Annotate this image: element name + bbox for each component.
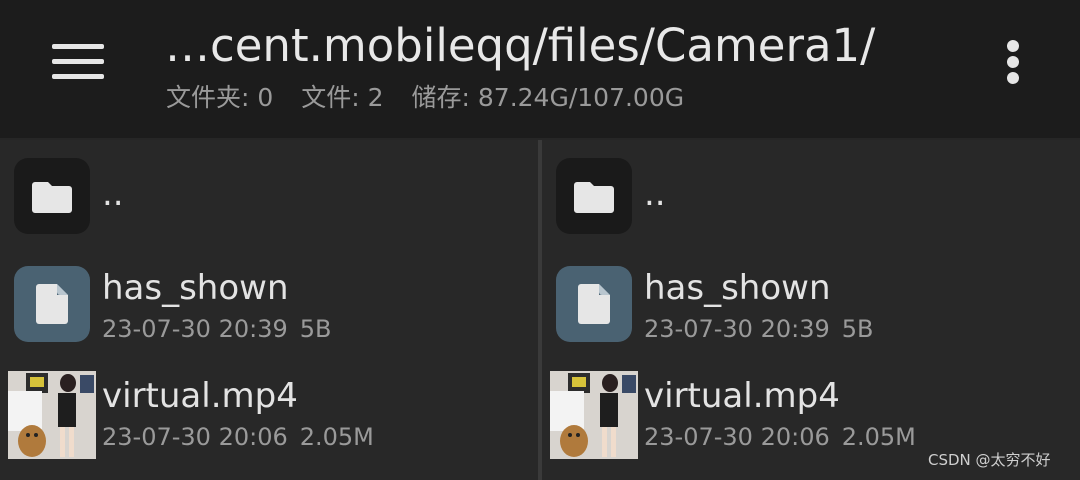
item-size: 2.05M [841, 423, 916, 451]
item-date: 23-07-30 20:39 [102, 315, 288, 343]
file-icon [556, 266, 632, 342]
item-meta: 23-07-30 20:39 5B [102, 314, 331, 344]
video-thumbnail [8, 371, 96, 459]
storage-label: 储存: [411, 83, 470, 112]
folder-icon [14, 158, 90, 234]
more-vertical-icon[interactable] [1000, 40, 1028, 88]
list-item-parent-folder[interactable]: .. [0, 152, 540, 252]
hamburger-menu-icon[interactable] [52, 44, 104, 80]
file-pane-right: .. has_shown 23-07-30 20:39 5B virtual.m… [542, 140, 1080, 480]
item-name: virtual.mp4 [102, 376, 298, 416]
list-item-video[interactable]: virtual.mp4 23-07-30 20:06 2.05M [0, 368, 540, 468]
directory-stats: 文件夹: 0 文件: 2 储存: 87.24G/107.00G [166, 80, 684, 116]
files-count: 2 [367, 83, 384, 112]
storage-value: 87.24G/107.00G [477, 83, 685, 112]
file-icon [14, 266, 90, 342]
item-date: 23-07-30 20:39 [644, 315, 830, 343]
folder-icon [556, 158, 632, 234]
item-name: virtual.mp4 [644, 376, 840, 416]
app-header: …cent.mobileqq/files/Camera1/ 文件夹: 0 文件:… [0, 0, 1080, 138]
item-size: 2.05M [299, 423, 374, 451]
item-name: has_shown [102, 268, 289, 308]
files-label: 文件: [301, 83, 360, 112]
item-name: has_shown [644, 268, 831, 308]
item-meta: 23-07-30 20:06 2.05M [644, 422, 916, 452]
folders-label: 文件夹: [166, 83, 250, 112]
current-path: …cent.mobileqq/files/Camera1/ [165, 19, 876, 72]
file-pane-left: .. has_shown 23-07-30 20:39 5B virtual.m… [0, 140, 540, 480]
folders-count: 0 [257, 83, 274, 112]
item-size: 5B [841, 315, 874, 343]
item-name: .. [102, 174, 124, 214]
item-meta: 23-07-30 20:06 2.05M [102, 422, 374, 452]
list-item-file[interactable]: has_shown 23-07-30 20:39 5B [542, 260, 1080, 360]
list-item-parent-folder[interactable]: .. [542, 152, 1080, 252]
item-name: .. [644, 174, 666, 214]
item-size: 5B [299, 315, 332, 343]
item-date: 23-07-30 20:06 [102, 423, 288, 451]
watermark: CSDN @太穷不好 [928, 451, 1051, 469]
video-thumbnail [550, 371, 638, 459]
list-item-file[interactable]: has_shown 23-07-30 20:39 5B [0, 260, 540, 360]
item-date: 23-07-30 20:06 [644, 423, 830, 451]
item-meta: 23-07-30 20:39 5B [644, 314, 873, 344]
